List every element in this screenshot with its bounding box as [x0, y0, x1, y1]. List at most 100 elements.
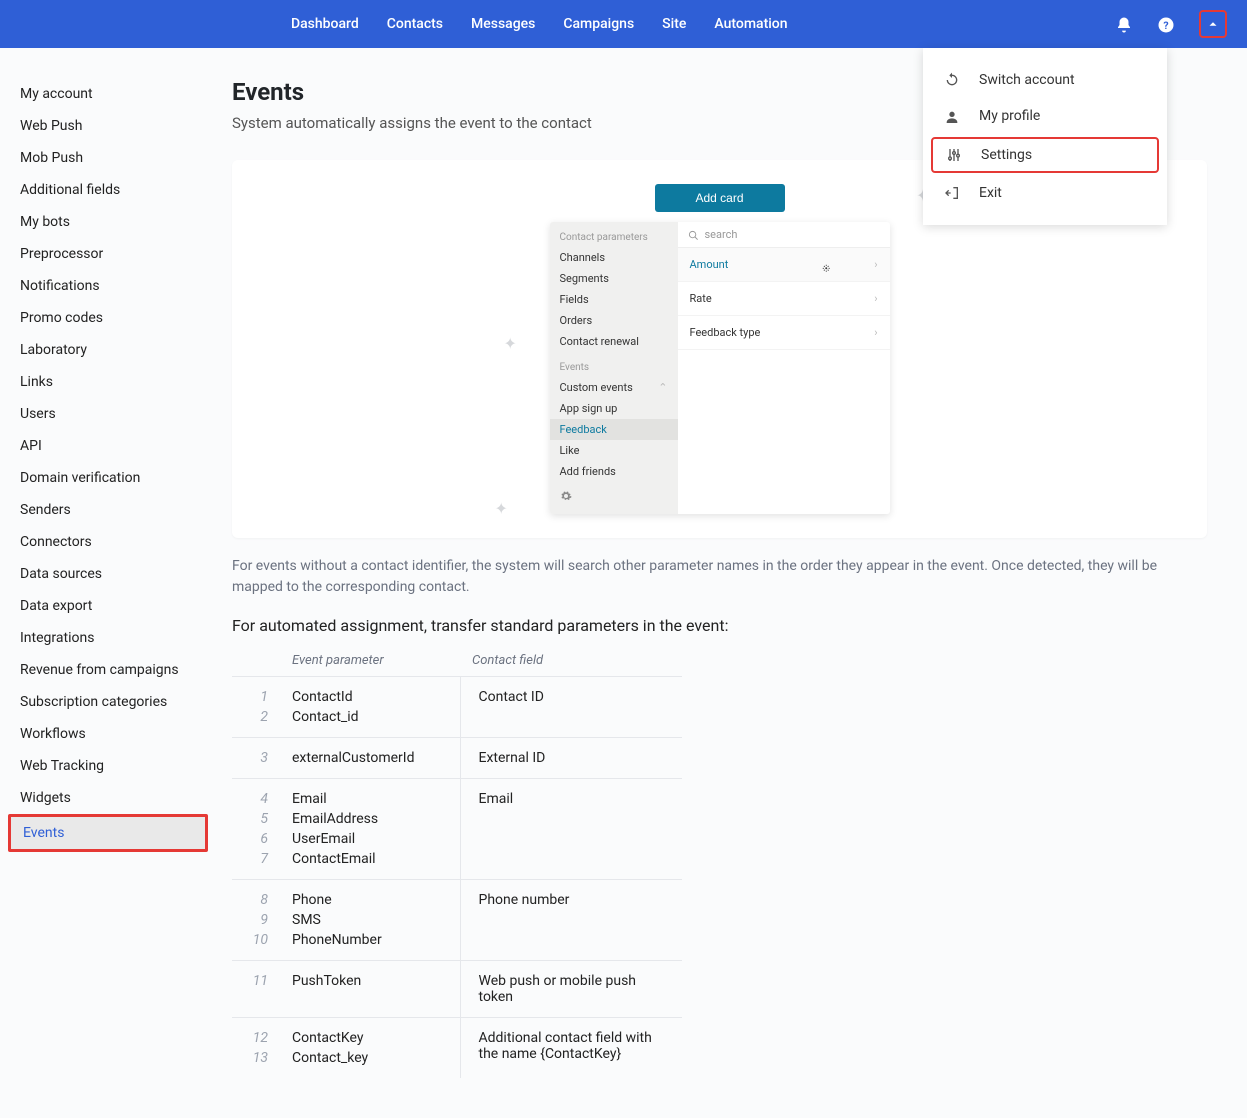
- sidebar-item-widgets[interactable]: Widgets: [8, 782, 208, 814]
- row-number: 2: [232, 707, 280, 738]
- event-parameter: SMS: [280, 910, 460, 930]
- table-row: 3externalCustomerIdExternal ID: [232, 738, 682, 779]
- sidebar-item-users[interactable]: Users: [8, 398, 208, 430]
- contact-field: Web push or mobile push token: [460, 961, 682, 1018]
- settings-sidebar: My accountWeb PushMob PushAdditional fie…: [0, 48, 216, 1118]
- dropdown-exit[interactable]: Exit: [923, 175, 1167, 211]
- sliders-icon: [945, 147, 963, 163]
- sidebar-item-events[interactable]: Events: [8, 814, 208, 852]
- row-number: 9: [232, 910, 280, 930]
- event-parameter: PushToken: [280, 961, 460, 1018]
- sidebar-item-subscription-categories[interactable]: Subscription categories: [8, 686, 208, 718]
- dropdown-label: Settings: [981, 147, 1032, 163]
- table-row: 1ContactIdContact ID: [232, 677, 682, 708]
- nav-campaigns[interactable]: Campaigns: [563, 16, 634, 32]
- add-card-button[interactable]: Add card: [655, 184, 785, 212]
- row-number: 3: [232, 738, 280, 779]
- nav-contacts[interactable]: Contacts: [387, 16, 443, 32]
- row-number: 6: [232, 829, 280, 849]
- topbar: Dashboard Contacts Messages Campaigns Si…: [0, 0, 1247, 48]
- dropdown-label: Exit: [979, 185, 1002, 201]
- dropdown-switch-account[interactable]: Switch account: [923, 62, 1167, 98]
- sidebar-item-data-export[interactable]: Data export: [8, 590, 208, 622]
- illus-right-rate[interactable]: Rate›: [678, 282, 890, 316]
- sidebar-item-laboratory[interactable]: Laboratory: [8, 334, 208, 366]
- sidebar-item-integrations[interactable]: Integrations: [8, 622, 208, 654]
- sidebar-item-preprocessor[interactable]: Preprocessor: [8, 238, 208, 270]
- table-header-field: Contact field: [460, 645, 682, 677]
- event-parameter: Contact_id: [280, 707, 460, 738]
- illus-item-feedback[interactable]: Feedback: [550, 419, 678, 440]
- illus-item-orders[interactable]: Orders: [550, 310, 678, 331]
- illus-search[interactable]: search: [678, 222, 890, 248]
- help-icon[interactable]: ?: [1157, 14, 1175, 35]
- sidebar-item-promo-codes[interactable]: Promo codes: [8, 302, 208, 334]
- config-illustration: ✦ ✦ ✦ Add card Contact parameters Channe…: [550, 184, 890, 514]
- sidebar-item-notifications[interactable]: Notifications: [8, 270, 208, 302]
- event-parameter: PhoneNumber: [280, 930, 460, 961]
- illus-item-add-friends[interactable]: Add friends: [550, 461, 678, 482]
- search-icon: [688, 228, 699, 241]
- dropdown-settings[interactable]: Settings: [931, 137, 1159, 173]
- row-number: 8: [232, 880, 280, 911]
- top-right-icons: ?: [1115, 10, 1227, 38]
- illus-item-app-signup[interactable]: App sign up: [550, 398, 678, 419]
- contact-field: Contact ID: [460, 677, 682, 738]
- illus-right-amount[interactable]: Amount›: [678, 248, 890, 282]
- sidebar-item-my-account[interactable]: My account: [8, 78, 208, 110]
- contact-field: External ID: [460, 738, 682, 779]
- nav-messages[interactable]: Messages: [471, 16, 535, 32]
- event-parameter: ContactEmail: [280, 849, 460, 880]
- note-text: For events without a contact identifier,…: [232, 556, 1207, 598]
- row-number: 11: [232, 961, 280, 1018]
- cursor-icon: [821, 262, 835, 277]
- illus-item-fields[interactable]: Fields: [550, 289, 678, 310]
- sidebar-item-revenue-from-campaigns[interactable]: Revenue from campaigns: [8, 654, 208, 686]
- gear-icon[interactable]: [550, 482, 678, 508]
- contact-field: Phone number: [460, 880, 682, 961]
- contact-field: Email: [460, 779, 682, 880]
- sidebar-item-mob-push[interactable]: Mob Push: [8, 142, 208, 174]
- row-number: 7: [232, 849, 280, 880]
- table-header-param: Event parameter: [280, 645, 460, 677]
- dropdown-my-profile[interactable]: My profile: [923, 98, 1167, 134]
- contact-field: Additional contact field with the name {…: [460, 1018, 682, 1079]
- illus-item-channels[interactable]: Channels: [550, 247, 678, 268]
- sidebar-item-web-push[interactable]: Web Push: [8, 110, 208, 142]
- illus-right-feedback-type[interactable]: Feedback type›: [678, 316, 890, 350]
- nav-site[interactable]: Site: [662, 16, 686, 32]
- nav-dashboard[interactable]: Dashboard: [291, 16, 359, 32]
- sidebar-item-connectors[interactable]: Connectors: [8, 526, 208, 558]
- table-row: 8PhonePhone number: [232, 880, 682, 911]
- row-number: 12: [232, 1018, 280, 1049]
- sidebar-item-links[interactable]: Links: [8, 366, 208, 398]
- bell-icon[interactable]: [1115, 14, 1133, 35]
- sidebar-item-workflows[interactable]: Workflows: [8, 718, 208, 750]
- sidebar-item-additional-fields[interactable]: Additional fields: [8, 174, 208, 206]
- illus-item-renewal[interactable]: Contact renewal: [550, 331, 678, 352]
- sidebar-item-domain-verification[interactable]: Domain verification: [8, 462, 208, 494]
- illus-left-panel: Contact parameters Channels Segments Fie…: [550, 222, 678, 514]
- search-placeholder: search: [705, 228, 738, 241]
- sidebar-item-web-tracking[interactable]: Web Tracking: [8, 750, 208, 782]
- illus-item-like[interactable]: Like: [550, 440, 678, 461]
- table-row: 12ContactKeyAdditional contact field wit…: [232, 1018, 682, 1049]
- illus-item-custom-events[interactable]: Custom events⌃: [550, 377, 678, 398]
- sidebar-item-my-bots[interactable]: My bots: [8, 206, 208, 238]
- event-parameter: externalCustomerId: [280, 738, 460, 779]
- dropdown-label: My profile: [979, 108, 1040, 124]
- event-parameter: ContactId: [280, 677, 460, 708]
- sparkle-icon: ✦: [504, 334, 517, 353]
- sidebar-item-senders[interactable]: Senders: [8, 494, 208, 526]
- user-dropdown: Switch account My profile Settings Exit: [923, 48, 1167, 225]
- user-icon: [943, 108, 961, 124]
- table-row: 4EmailEmail: [232, 779, 682, 810]
- sidebar-item-api[interactable]: API: [8, 430, 208, 462]
- event-parameter: Contact_key: [280, 1048, 460, 1078]
- illus-item-segments[interactable]: Segments: [550, 268, 678, 289]
- user-menu-toggle[interactable]: [1199, 10, 1227, 38]
- nav-automation[interactable]: Automation: [714, 16, 787, 32]
- event-parameter: UserEmail: [280, 829, 460, 849]
- parameter-table: Event parameter Contact field 1ContactId…: [232, 645, 682, 1078]
- sidebar-item-data-sources[interactable]: Data sources: [8, 558, 208, 590]
